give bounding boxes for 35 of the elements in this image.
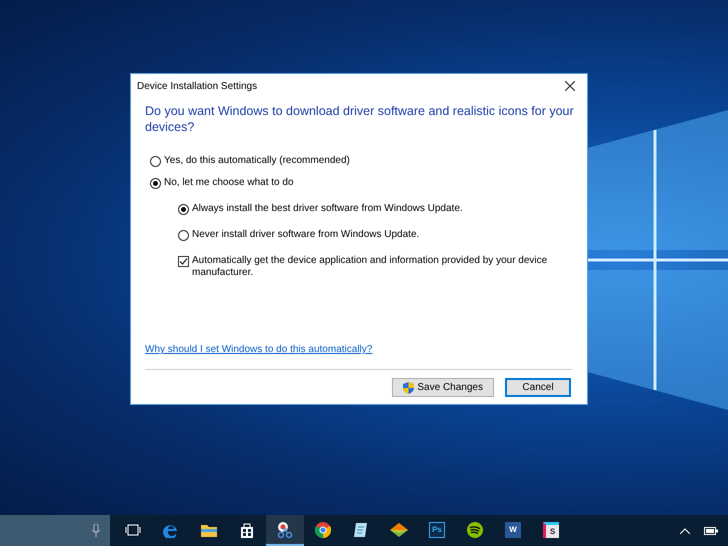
browser-ball-icon: [315, 522, 331, 538]
ps-logo-icon: Ps: [429, 522, 445, 538]
radio-button[interactable]: [178, 230, 189, 241]
s-logo-icon: S: [543, 522, 559, 538]
checkbox[interactable]: [178, 256, 189, 267]
chevron-up-icon[interactable]: [680, 528, 690, 534]
option-label: Always install the best driver software from Windows Update.: [192, 203, 463, 215]
option-label: No, let me choose what to do: [164, 177, 294, 189]
dialog-button[interactable]: Cancel: [505, 378, 571, 397]
option-label: Automatically get the device application and information provided by your device manufacturer.: [192, 255, 548, 279]
radio-button[interactable]: [150, 178, 161, 189]
folder-icon: [201, 522, 217, 536]
diamond-icon: [390, 522, 408, 536]
battery-icon[interactable]: [704, 526, 718, 534]
taskbar-app[interactable]: [266, 515, 304, 546]
shield-icon: [403, 382, 414, 394]
sound-waves-icon: [467, 522, 483, 538]
radio-button[interactable]: [150, 156, 161, 167]
radio-button[interactable]: [178, 204, 189, 215]
taskbar-app[interactable]: W: [494, 515, 532, 546]
close-icon: [565, 81, 575, 91]
window-title: Device Installation Settings: [137, 80, 258, 92]
dialog-button[interactable]: Save Changes: [392, 378, 494, 397]
microphone-icon: [92, 524, 100, 537]
task-view-icon: [125, 524, 141, 536]
scissors-icon: [277, 522, 293, 538]
w-logo-icon: W: [505, 522, 521, 538]
taskbar-app[interactable]: S: [532, 515, 570, 546]
shopping-bag-icon: [240, 522, 254, 538]
dialog-heading: Do you want Windows to download driver software and realistic icons for your devices?: [145, 103, 575, 135]
help-link[interactable]: Why should I set Windows to do this automatically?: [145, 344, 372, 355]
notepad-icon: [353, 522, 369, 538]
option-label: Never install driver software from Windows Update.: [192, 229, 420, 241]
option-label: Yes, do this automatically (recommended): [164, 155, 350, 167]
taskbar-app[interactable]: Ps: [418, 515, 456, 546]
